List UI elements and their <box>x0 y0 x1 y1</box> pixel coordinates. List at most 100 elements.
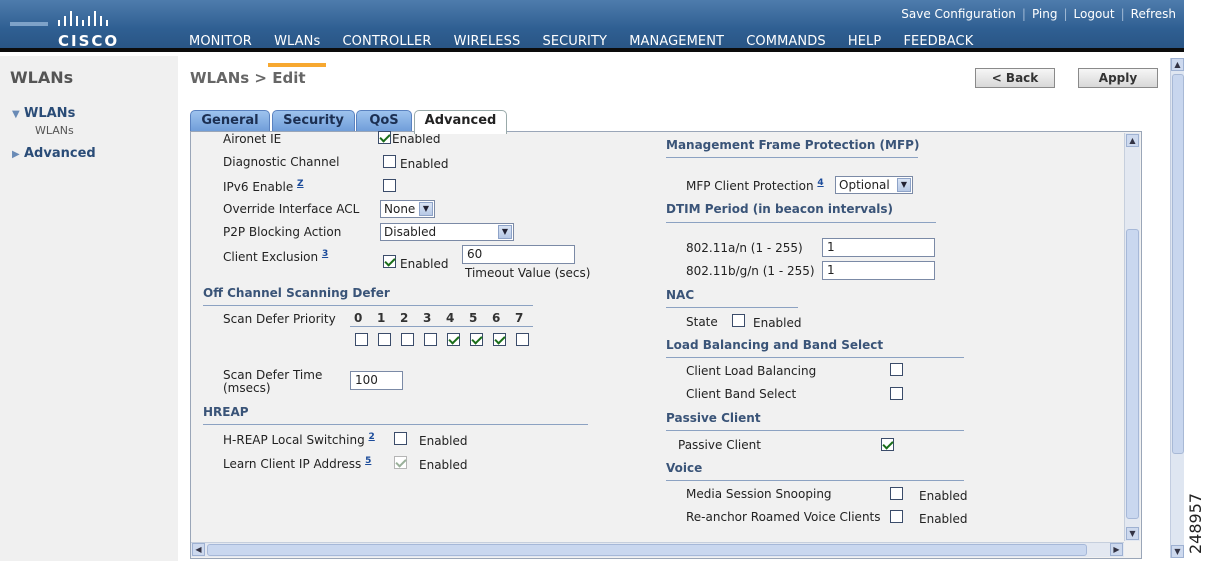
save-configuration-link[interactable]: Save Configuration <box>901 7 1016 21</box>
priority-6-checkbox[interactable] <box>493 333 506 346</box>
hreap-local-switching-checkbox[interactable] <box>394 432 407 445</box>
panel-horizontal-scrollbar[interactable]: ◀ ▶ <box>191 542 1124 557</box>
nav-feedback[interactable]: FEEDBACK <box>903 34 973 49</box>
nav-commands[interactable]: COMMANDS <box>746 34 825 49</box>
scroll-down-icon[interactable]: ▼ <box>1171 545 1184 558</box>
diagnostic-channel-checkbox[interactable] <box>383 155 396 168</box>
section-divider <box>666 357 964 358</box>
footnote-link[interactable]: 5 <box>365 456 371 466</box>
priority-4-checkbox[interactable] <box>447 333 460 346</box>
scroll-up-icon[interactable]: ▲ <box>1171 58 1184 71</box>
dtim-bg-input[interactable]: 1 <box>822 261 935 280</box>
client-exclusion-checkbox[interactable] <box>383 255 396 268</box>
aironet-ie-enabled-text: Enabled <box>392 132 441 146</box>
scroll-right-icon[interactable]: ▶ <box>1110 543 1123 556</box>
priority-number: 0 <box>354 311 363 325</box>
mfp-client-protection-select[interactable]: Optional ▼ <box>835 176 913 194</box>
dropdown-arrow-icon: ▼ <box>498 225 512 239</box>
sidebar-subitem-wlans[interactable]: WLANs <box>35 124 74 137</box>
nav-wlans[interactable]: WLANs <box>274 34 320 49</box>
timeout-value-input[interactable]: 60 <box>462 245 575 264</box>
passive-client-checkbox[interactable] <box>881 438 894 451</box>
page-vertical-scrollbar[interactable]: ▲ ▼ <box>1170 58 1184 558</box>
footnote-link[interactable]: Z <box>297 179 304 189</box>
dropdown-arrow-icon: ▼ <box>419 202 433 216</box>
panel-hscroll-thumb[interactable] <box>207 544 1087 556</box>
nav-help[interactable]: HELP <box>848 34 881 49</box>
hreap-local-switching-label: H-REAP Local Switching 2 <box>223 432 375 447</box>
sidebar-item-label: WLANs <box>24 106 76 121</box>
sidebar-title: WLANs <box>10 68 74 87</box>
nac-state-checkbox[interactable] <box>732 314 745 327</box>
footnote-link[interactable]: 4 <box>817 178 823 188</box>
priority-7-checkbox[interactable] <box>516 333 529 346</box>
tab-qos[interactable]: QoS <box>356 110 412 132</box>
refresh-link[interactable]: Refresh <box>1131 7 1176 21</box>
aironet-ie-checkbox[interactable] <box>378 131 391 144</box>
priority-number: 1 <box>377 311 386 325</box>
panel-vertical-scrollbar[interactable]: ▲ ▼ <box>1124 133 1140 541</box>
scan-defer-time-input[interactable]: 100 <box>350 371 403 390</box>
figure-id-text: 248957 <box>1186 492 1205 554</box>
client-exclusion-enabled-text: Enabled <box>400 257 449 271</box>
nav-controller[interactable]: CONTROLLER <box>343 34 432 49</box>
page-title: WLANs > Edit <box>190 69 306 87</box>
logout-link[interactable]: Logout <box>1074 7 1115 21</box>
scroll-down-icon[interactable]: ▼ <box>1126 527 1139 540</box>
priority-1-checkbox[interactable] <box>378 333 391 346</box>
reanchor-voice-clients-enabled-text: Enabled <box>919 512 968 526</box>
reanchor-voice-clients-checkbox[interactable] <box>890 510 903 523</box>
priority-0-checkbox[interactable] <box>355 333 368 346</box>
section-divider <box>666 430 964 431</box>
nav-monitor[interactable]: MONITOR <box>189 34 252 49</box>
sidebar-item-advanced[interactable]: ▶ Advanced <box>12 146 96 161</box>
client-band-select-label: Client Band Select <box>686 387 797 401</box>
priority-number: 2 <box>400 311 409 325</box>
section-divider <box>666 480 964 481</box>
tab-general[interactable]: General <box>190 110 270 132</box>
nac-state-enabled-text: Enabled <box>753 316 802 330</box>
override-acl-select[interactable]: None ▼ <box>380 200 435 218</box>
tab-advanced[interactable]: Advanced <box>414 110 507 134</box>
nac-state-label: State <box>686 315 718 329</box>
scroll-up-icon[interactable]: ▲ <box>1126 134 1139 147</box>
priority-5-checkbox[interactable] <box>470 333 483 346</box>
dtim-a-input[interactable]: 1 <box>822 238 935 257</box>
utility-links: Save Configuration | Ping | Logout | Refresh <box>901 7 1176 21</box>
nav-wireless[interactable]: WIRELESS <box>454 34 521 49</box>
p2p-blocking-label: P2P Blocking Action <box>223 225 342 239</box>
diagnostic-channel-enabled-text: Enabled <box>400 157 449 171</box>
client-load-balancing-checkbox[interactable] <box>890 363 903 376</box>
p2p-blocking-select[interactable]: Disabled ▼ <box>380 223 514 241</box>
apply-button[interactable]: Apply <box>1078 68 1158 88</box>
footnote-link[interactable]: 3 <box>322 249 328 259</box>
back-button[interactable]: < Back <box>975 68 1055 88</box>
logo-decoration <box>10 22 48 26</box>
client-band-select-checkbox[interactable] <box>890 387 903 400</box>
sidebar-item-label: Advanced <box>24 146 96 161</box>
tab-security[interactable]: Security <box>272 110 355 132</box>
section-passive-client: Passive Client <box>666 411 761 425</box>
panel-scroll-thumb[interactable] <box>1126 229 1139 519</box>
page-scroll-thumb[interactable] <box>1172 74 1184 454</box>
dropdown-arrow-icon: ▼ <box>897 178 911 192</box>
tree-expand-icon[interactable]: ▼ <box>12 109 24 120</box>
footnote-link[interactable]: 2 <box>369 432 375 442</box>
priority-2-checkbox[interactable] <box>401 333 414 346</box>
media-session-snooping-enabled-text: Enabled <box>919 489 968 503</box>
tree-collapse-icon[interactable]: ▶ <box>12 149 24 160</box>
p2p-blocking-value: Disabled <box>384 225 437 239</box>
priority-3-checkbox[interactable] <box>424 333 437 346</box>
main-nav: MONITOR WLANs CONTROLLER WIRELESS SECURI… <box>189 34 991 49</box>
ipv6-enable-checkbox[interactable] <box>383 179 396 192</box>
diagnostic-channel-label: Diagnostic Channel <box>223 155 340 169</box>
nav-security[interactable]: SECURITY <box>542 34 607 49</box>
media-session-snooping-checkbox[interactable] <box>890 487 903 500</box>
scroll-left-icon[interactable]: ◀ <box>192 543 205 556</box>
section-voice: Voice <box>666 461 703 475</box>
sidebar-item-wlans[interactable]: ▼ WLANs <box>12 106 75 121</box>
ping-link[interactable]: Ping <box>1032 7 1058 21</box>
passive-client-label: Passive Client <box>678 438 761 452</box>
nav-management[interactable]: MANAGEMENT <box>629 34 724 49</box>
timeout-value-label: Timeout Value (secs) <box>465 266 591 280</box>
